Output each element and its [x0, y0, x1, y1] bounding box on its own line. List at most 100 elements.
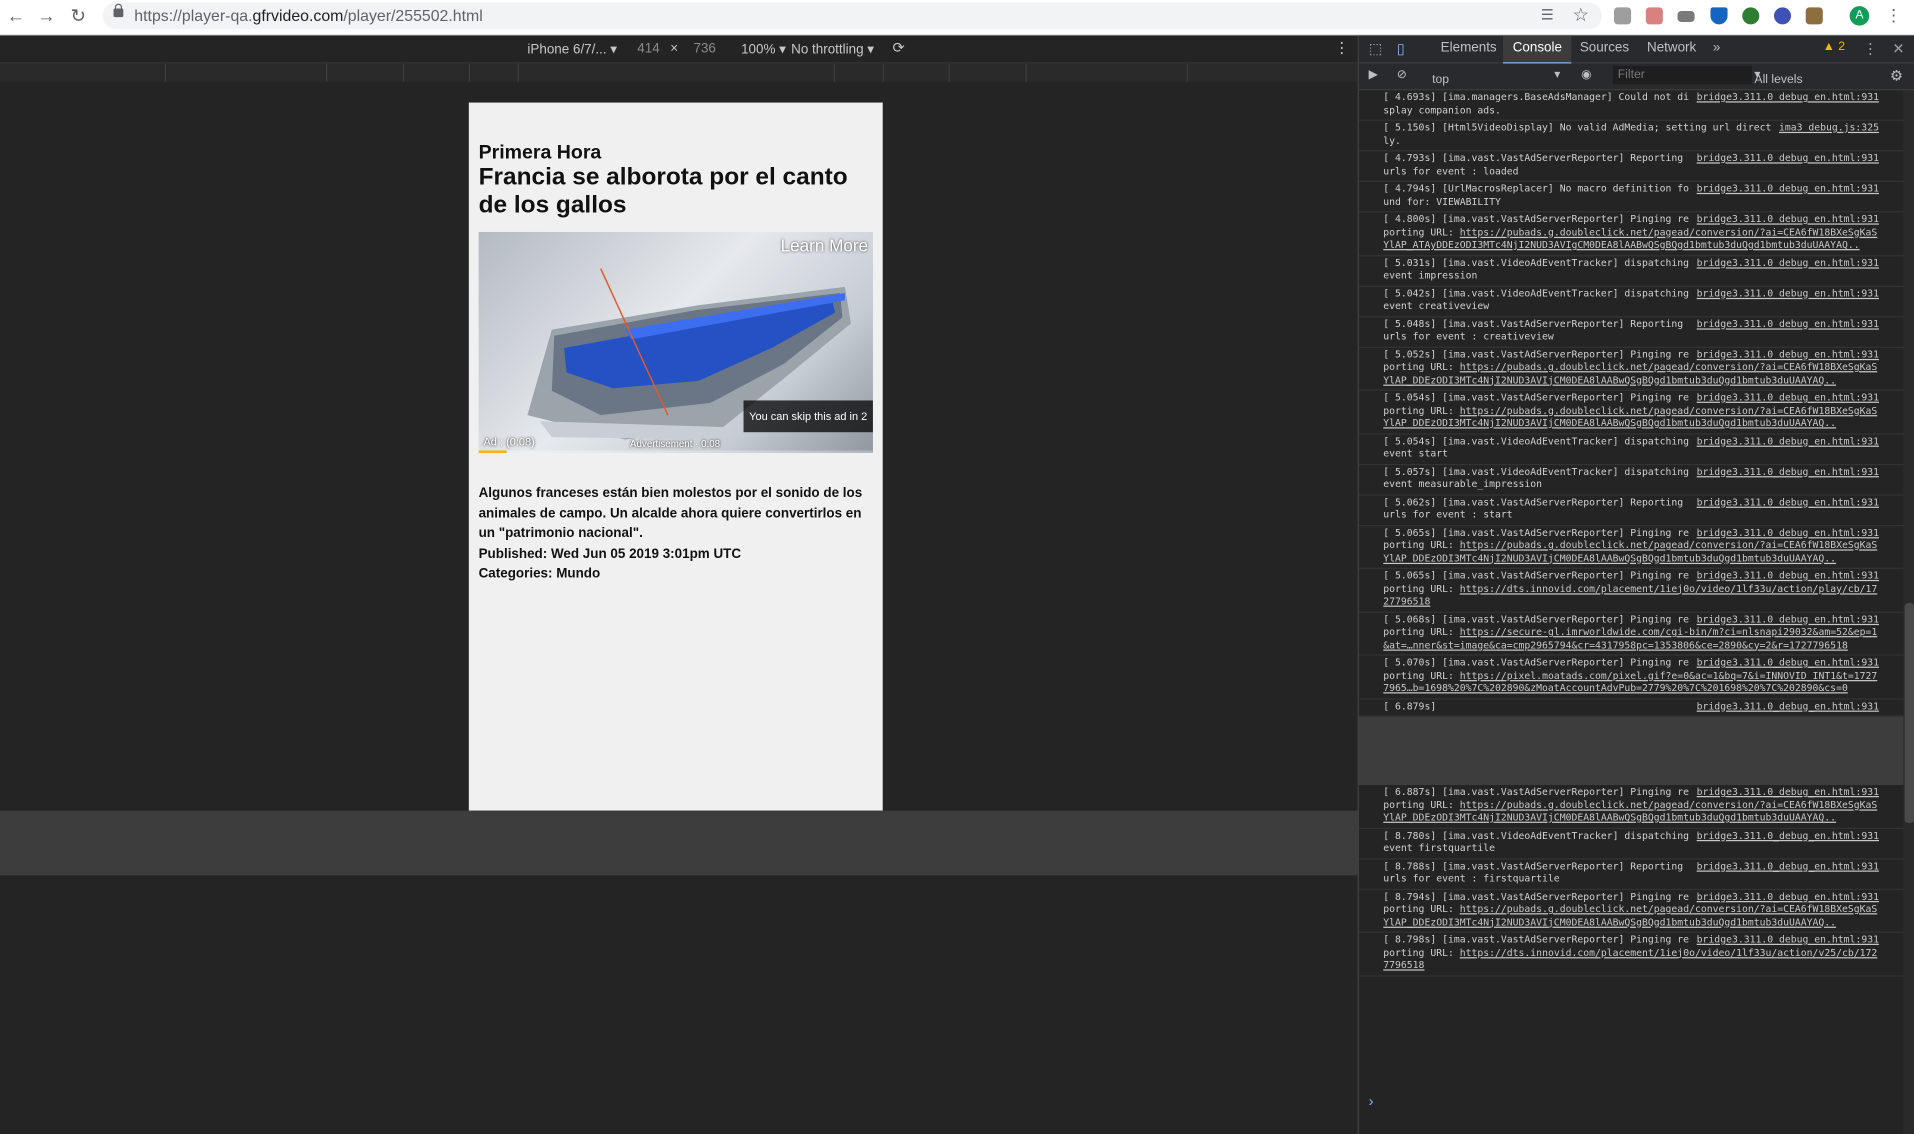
zoom-select[interactable]: 100% ▾	[741, 42, 786, 58]
cast-icon[interactable]	[1677, 10, 1695, 22]
console-source-link[interactable]: bridge3.311.0_debug_en.html:931	[1697, 830, 1879, 843]
console-message: ima3_debug.js:325 [ 5.150s] [Html5VideoDi…	[1358, 121, 1914, 152]
advertisement-label: Advertisement · 0:08	[629, 438, 721, 450]
address-bar[interactable]: https://player-qa.gfrvideo.com/player/25…	[102, 2, 1602, 30]
console-source-link[interactable]: bridge3.311.0_debug_en.html:931	[1697, 92, 1879, 105]
console-source-link[interactable]: bridge3.311.0_debug_en.html:931	[1697, 496, 1879, 509]
console-message-text: [ 4.793s] [ima.vast.VastAdServerReporter…	[1383, 152, 1684, 177]
console-source-link[interactable]: bridge3.311.0_debug_en.html:931	[1697, 570, 1879, 583]
console-source-link[interactable]: bridge3.311.0_debug_en.html:931	[1697, 153, 1879, 166]
console-source-link[interactable]: bridge3.311.0_debug_en.html:931	[1697, 891, 1879, 904]
forward-arrow-icon[interactable]: →	[34, 5, 58, 29]
bookmark-star-icon[interactable]: ☆	[1573, 4, 1589, 26]
devtools-menu-icon[interactable]: ⋮	[1863, 40, 1878, 57]
console-source-link[interactable]: bridge3.311.0_debug_en.html:931	[1697, 183, 1879, 196]
log-levels-select[interactable]: All levels ▾	[1754, 68, 1802, 86]
tab-sources[interactable]: Sources	[1580, 40, 1629, 55]
skip-ad-countdown: You can skip this ad in 2	[743, 400, 873, 433]
device-toolbar: iPhone 6/7/... ▾ 414 × 736 100% ▾ No thr…	[0, 35, 1358, 63]
device-select[interactable]: iPhone 6/7/... ▾	[527, 42, 617, 58]
tab-elements[interactable]: Elements	[1441, 40, 1497, 55]
console-source-link[interactable]: ima3_debug.js:325	[1779, 122, 1879, 135]
console-source-link[interactable]: bridge3.311.0_debug_en.html:931	[1697, 318, 1879, 331]
console-message-text: [ 8.788s] [ima.vast.VastAdServerReporter…	[1383, 860, 1684, 884]
console-prompt[interactable]: ›	[1369, 1093, 1374, 1110]
translate-icon[interactable]: ☰	[1541, 6, 1554, 23]
reload-icon[interactable]: ↻	[66, 5, 90, 29]
extension-icon[interactable]	[1742, 7, 1760, 25]
dimension-x-icon: ×	[670, 41, 679, 57]
console-message-text: [ 4.794s] [UrlMacrosReplacer] No macro d…	[1383, 183, 1690, 207]
console-source-link[interactable]: bridge3.311.0_debug_en.html:931	[1697, 214, 1879, 227]
console-source-link[interactable]: bridge3.311.0_debug_en.html:931	[1697, 392, 1879, 405]
device-toggle-icon[interactable]: ▯	[1397, 40, 1405, 57]
tab-network[interactable]: Network	[1647, 40, 1696, 55]
warning-count[interactable]: ▲ 2	[1823, 40, 1845, 53]
console-source-link[interactable]: bridge3.311.0_debug_en.html:931	[1697, 466, 1879, 479]
context-dropdown-icon[interactable]: ▾	[1554, 68, 1560, 81]
clear-console-icon[interactable]: ⊘	[1397, 68, 1407, 81]
ad-time-label: Ad : (0:08)	[483, 435, 535, 449]
console-messages-lower: bridge3.311.0_debug_en.html:931[ 6.887s]…	[1358, 785, 1914, 977]
extension-icon[interactable]	[1614, 7, 1632, 25]
devtools-panel: ⬚ ▯ Elements Console Sources Network » ▲…	[1357, 35, 1914, 1134]
console-source-link[interactable]: bridge3.311.0_debug_en.html:931	[1697, 700, 1879, 713]
console-scrollbar[interactable]	[1903, 90, 1914, 1134]
device-width[interactable]: 414	[637, 42, 659, 57]
console-message-text: [ 6.879s]	[1383, 700, 1437, 712]
console-source-link[interactable]: bridge3.311.0_debug_en.html:931	[1697, 349, 1879, 362]
console-message: bridge3.311.0_debug_en.html:931 [ 5.042s]…	[1358, 286, 1914, 317]
console-message: bridge3.311.0_debug_en.html:931[ 5.070s]…	[1358, 656, 1914, 699]
shield-extension-icon[interactable]	[1710, 7, 1728, 25]
console-source-link[interactable]: bridge3.311.0_debug_en.html:931	[1697, 257, 1879, 270]
device-menu-icon[interactable]: ⋮	[1334, 39, 1349, 56]
chrome-menu-icon[interactable]: ⋮	[1885, 5, 1902, 26]
profile-avatar[interactable]: A	[1849, 6, 1870, 26]
console-message: bridge3.311.0_debug_en.html:931[ 5.065s]…	[1358, 526, 1914, 569]
console-message: bridge3.311.0_debug_en.html:931 [ 4.693s]…	[1358, 90, 1914, 121]
console-message-text: [ 5.048s] [ima.vast.VastAdServerReporter…	[1383, 318, 1684, 342]
live-expression-eye-icon[interactable]: ◉	[1581, 68, 1592, 81]
console-source-link[interactable]: bridge3.311.0_debug_en.html:931	[1697, 786, 1879, 799]
console-message-text: [ 5.031s] [ima.vast.VideoAdEventTracker]…	[1383, 256, 1690, 281]
console-message-text: [ 5.057s] [ima.vast.VideoAdEventTracker]…	[1383, 465, 1690, 490]
console-source-link[interactable]: bridge3.311.0_debug_en.html:931	[1697, 288, 1879, 301]
more-tabs-icon[interactable]: »	[1713, 40, 1720, 55]
device-height[interactable]: 736	[693, 42, 715, 57]
console-messages: bridge3.311.0_debug_en.html:931 [ 4.693s]…	[1358, 90, 1914, 717]
console-filter-input[interactable]: Filter	[1612, 65, 1752, 85]
close-devtools-icon[interactable]: ✕	[1892, 40, 1904, 57]
console-source-link[interactable]: bridge3.311.0_debug_en.html:931	[1697, 860, 1879, 873]
console-message-text: [ 5.062s] [ima.vast.VastAdServerReporter…	[1383, 496, 1684, 521]
console-message: bridge3.311.0_debug_en.html:931 [ 5.057s]…	[1358, 465, 1914, 496]
console-message: bridge3.311.0_debug_en.html:931[ 4.800s]…	[1358, 212, 1914, 256]
console-message-text: [ 5.150s] [Html5VideoDisplay] No valid A…	[1383, 122, 1772, 146]
back-arrow-icon[interactable]: ←	[4, 5, 28, 29]
console-message-text: [ 5.054s] [ima.vast.VideoAdEventTracker]…	[1383, 435, 1690, 460]
extension-icon[interactable]	[1805, 7, 1823, 25]
device-viewport: Primera Hora Francia se alborota por el …	[0, 81, 1358, 811]
console-message: bridge3.311.0_debug_en.html:931 [ 8.780s]…	[1358, 828, 1914, 859]
console-source-link[interactable]: bridge3.311.0_debug_en.html:931	[1697, 614, 1879, 627]
console-source-link[interactable]: bridge3.311.0_debug_en.html:931	[1697, 435, 1879, 448]
video-ad-player[interactable]: Learn More You can skip this ad in 2 Ad …	[478, 231, 873, 453]
console-source-link[interactable]: bridge3.311.0_debug_en.html:931	[1697, 527, 1879, 540]
throttling-select[interactable]: No throttling ▾	[791, 42, 874, 58]
learn-more-link[interactable]: Learn More	[781, 236, 868, 256]
console-source-link[interactable]: bridge3.311.0_debug_en.html:931	[1697, 934, 1879, 947]
inspect-element-icon[interactable]: ⬚	[1369, 40, 1383, 57]
lock-icon	[113, 3, 124, 18]
console-settings-gear-icon[interactable]: ⚙	[1890, 67, 1903, 84]
console-message: bridge3.311.0_debug_en.html:931[ 5.068s]…	[1358, 612, 1914, 656]
rotate-icon[interactable]: ⟳	[892, 39, 904, 56]
sidebar-toggle-icon[interactable]: ▶	[1369, 68, 1378, 81]
extension-icon[interactable]	[1645, 7, 1663, 25]
console-message-text: [ 8.780s] [ima.vast.VideoAdEventTracker]…	[1383, 829, 1690, 854]
brand-name: Primera Hora	[478, 142, 602, 164]
mobile-page: Primera Hora Francia se alborota por el …	[468, 102, 883, 811]
console-message: bridge3.311.0_debug_en.html:931[ 5.052s]…	[1358, 347, 1914, 391]
console-source-link[interactable]: bridge3.311.0_debug_en.html:931	[1697, 657, 1879, 670]
tab-console[interactable]: Console	[1502, 35, 1572, 65]
console-message: bridge3.311.0_debug_en.html:931 [ 5.054s]…	[1358, 434, 1914, 465]
extension-icon[interactable]	[1773, 7, 1792, 25]
